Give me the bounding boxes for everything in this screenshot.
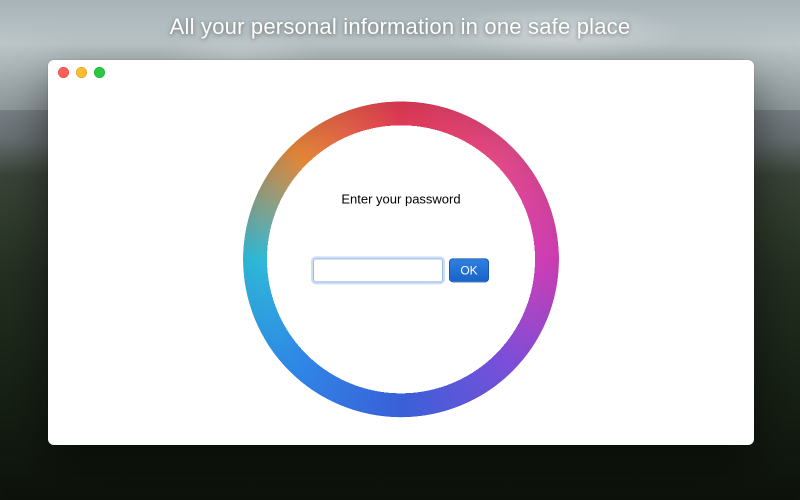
password-row: OK xyxy=(313,258,488,282)
ok-button[interactable]: OK xyxy=(449,258,488,282)
password-input[interactable] xyxy=(313,258,443,282)
password-prompt: Enter your password xyxy=(341,191,460,206)
app-window: Enter your password OK xyxy=(48,60,754,445)
close-icon[interactable] xyxy=(58,67,69,78)
tagline: All your personal information in one saf… xyxy=(170,14,631,40)
minimize-icon[interactable] xyxy=(76,67,87,78)
zoom-icon[interactable] xyxy=(94,67,105,78)
window-controls xyxy=(58,67,105,78)
login-panel: Enter your password OK xyxy=(243,101,559,417)
